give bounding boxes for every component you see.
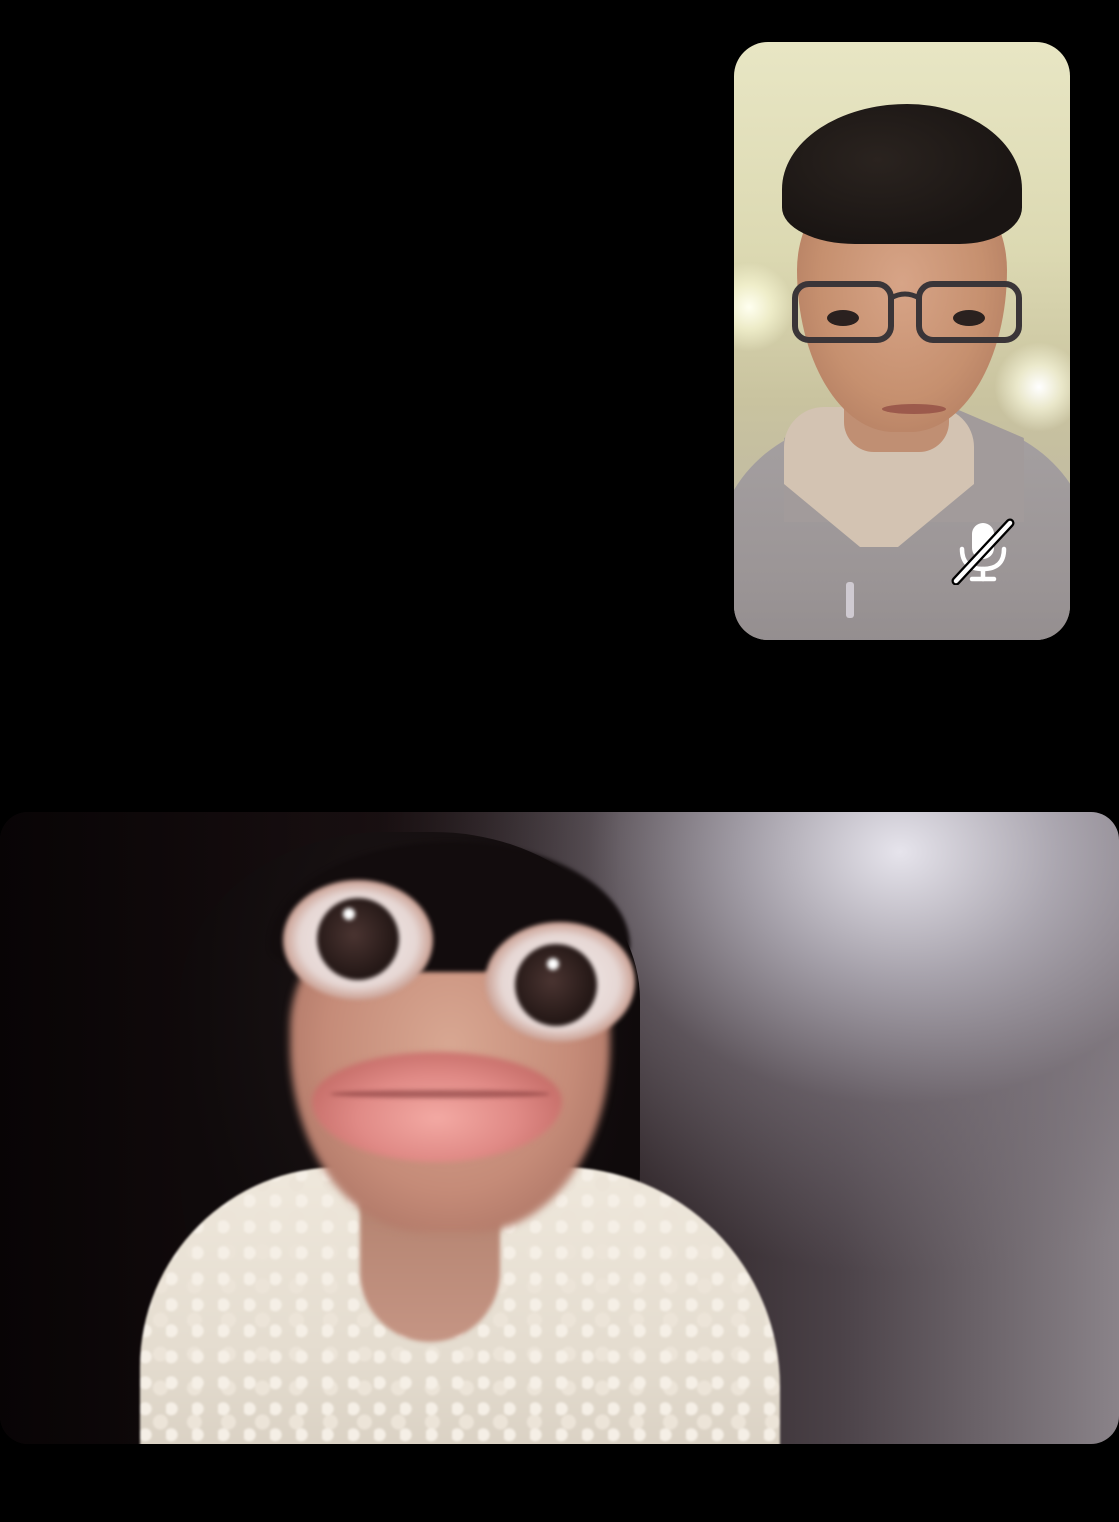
self-glasses	[792, 281, 1022, 343]
remote-video-tile[interactable]	[0, 812, 1119, 1444]
background-light	[994, 342, 1070, 432]
remote-eye-left	[283, 880, 433, 1000]
remote-iris	[317, 898, 399, 980]
remote-eye-glint	[547, 958, 559, 970]
self-hair	[782, 104, 1022, 244]
self-video-tile[interactable]	[734, 42, 1070, 640]
self-mouth	[882, 404, 946, 414]
background-light	[734, 262, 794, 352]
remote-eye-glint	[343, 908, 355, 920]
remote-iris	[515, 944, 597, 1026]
mic-slash-icon	[948, 517, 1016, 585]
remote-eye-right	[485, 922, 635, 1042]
facetime-call-screen	[0, 0, 1119, 1522]
remote-lip-line	[330, 1090, 550, 1098]
self-zipper	[846, 582, 854, 618]
